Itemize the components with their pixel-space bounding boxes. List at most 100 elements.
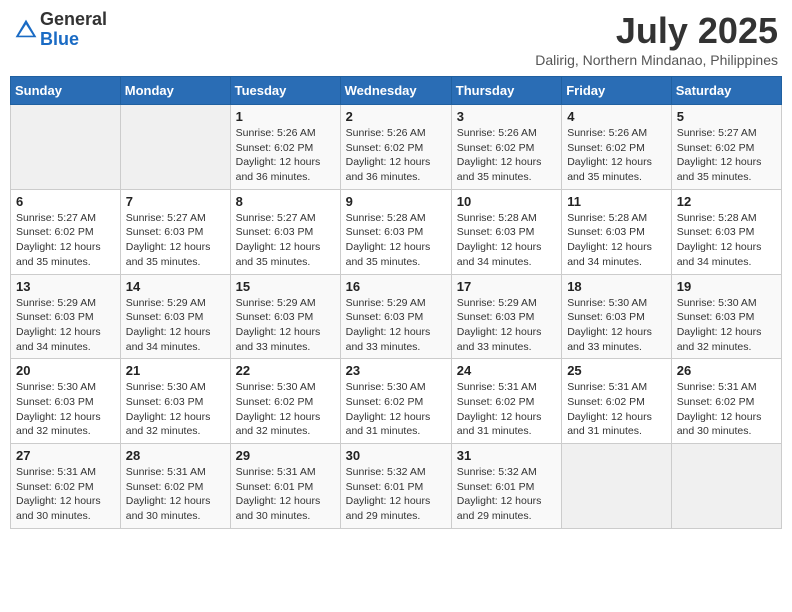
logo-general-text: General	[40, 10, 107, 30]
day-number: 5	[677, 109, 776, 124]
weekday-header-wednesday: Wednesday	[340, 77, 451, 105]
day-info: Sunrise: 5:28 AM Sunset: 6:03 PM Dayligh…	[677, 211, 776, 270]
day-info: Sunrise: 5:30 AM Sunset: 6:02 PM Dayligh…	[236, 380, 335, 439]
day-info: Sunrise: 5:27 AM Sunset: 6:02 PM Dayligh…	[16, 211, 115, 270]
weekday-header-saturday: Saturday	[671, 77, 781, 105]
weekday-header-sunday: Sunday	[11, 77, 121, 105]
table-cell: 2Sunrise: 5:26 AM Sunset: 6:02 PM Daylig…	[340, 105, 451, 190]
day-number: 9	[346, 194, 446, 209]
table-cell	[562, 444, 672, 529]
table-cell: 22 Sunrise: 5:30 AM Sunset: 6:02 PM Dayli…	[230, 359, 340, 444]
day-number: 12	[677, 194, 776, 209]
day-info: Sunrise: 5:26 AM Sunset: 6:02 PM Dayligh…	[457, 126, 556, 185]
calendar-table: SundayMondayTuesdayWednesdayThursdayFrid…	[10, 76, 782, 529]
month-title: July 2025	[535, 10, 778, 52]
day-info: Sunrise: 5:28 AM Sunset: 6:03 PM Dayligh…	[457, 211, 556, 270]
day-number: 10	[457, 194, 556, 209]
day-number: 7	[126, 194, 225, 209]
day-info: Sunrise: 5:29 AM Sunset: 6:03 PM Dayligh…	[457, 296, 556, 355]
day-info: Sunrise: 5:29 AM Sunset: 6:03 PM Dayligh…	[126, 296, 225, 355]
table-cell: 29 Sunrise: 5:31 AM Sunset: 6:01 PM Dayli…	[230, 444, 340, 529]
day-info: Sunrise: 5:26 AM Sunset: 6:02 PM Dayligh…	[567, 126, 666, 185]
logo-text: General Blue	[40, 10, 107, 50]
day-number: 13	[16, 279, 115, 294]
table-cell	[11, 105, 121, 190]
day-info: Sunrise: 5:26 AM Sunset: 6:02 PM Dayligh…	[236, 126, 335, 185]
week-row-2: 6 Sunrise: 5:27 AM Sunset: 6:02 PM Daylig…	[11, 189, 782, 274]
table-cell: 10 Sunrise: 5:28 AM Sunset: 6:03 PM Dayli…	[451, 189, 561, 274]
table-cell	[671, 444, 781, 529]
day-info: Sunrise: 5:27 AM Sunset: 6:03 PM Dayligh…	[236, 211, 335, 270]
day-number: 4	[567, 109, 666, 124]
table-cell: 30Sunrise: 5:32 AM Sunset: 6:01 PM Dayli…	[340, 444, 451, 529]
day-number: 20	[16, 363, 115, 378]
day-info: Sunrise: 5:30 AM Sunset: 6:03 PM Dayligh…	[567, 296, 666, 355]
week-row-3: 13 Sunrise: 5:29 AM Sunset: 6:03 PM Dayli…	[11, 274, 782, 359]
logo-icon	[14, 18, 38, 42]
week-row-4: 20 Sunrise: 5:30 AM Sunset: 6:03 PM Dayli…	[11, 359, 782, 444]
day-number: 23	[346, 363, 446, 378]
day-number: 25	[567, 363, 666, 378]
day-number: 29	[236, 448, 335, 463]
table-cell: 8Sunrise: 5:27 AM Sunset: 6:03 PM Daylig…	[230, 189, 340, 274]
day-number: 21	[126, 363, 225, 378]
day-info: Sunrise: 5:31 AM Sunset: 6:02 PM Dayligh…	[567, 380, 666, 439]
day-number: 22	[236, 363, 335, 378]
weekday-header-friday: Friday	[562, 77, 672, 105]
day-number: 16	[346, 279, 446, 294]
table-cell: 25 Sunrise: 5:31 AM Sunset: 6:02 PM Dayli…	[562, 359, 672, 444]
day-number: 18	[567, 279, 666, 294]
day-info: Sunrise: 5:30 AM Sunset: 6:02 PM Dayligh…	[346, 380, 446, 439]
logo-blue-text: Blue	[40, 30, 107, 50]
day-info: Sunrise: 5:29 AM Sunset: 6:03 PM Dayligh…	[16, 296, 115, 355]
table-cell: 15 Sunrise: 5:29 AM Sunset: 6:03 PM Dayli…	[230, 274, 340, 359]
day-info: Sunrise: 5:27 AM Sunset: 6:03 PM Dayligh…	[126, 211, 225, 270]
day-number: 30	[346, 448, 446, 463]
day-info: Sunrise: 5:29 AM Sunset: 6:03 PM Dayligh…	[236, 296, 335, 355]
day-info: Sunrise: 5:26 AM Sunset: 6:02 PM Dayligh…	[346, 126, 446, 185]
day-info: Sunrise: 5:31 AM Sunset: 6:01 PM Dayligh…	[236, 465, 335, 524]
day-number: 6	[16, 194, 115, 209]
day-info: Sunrise: 5:31 AM Sunset: 6:02 PM Dayligh…	[16, 465, 115, 524]
table-cell: 4 Sunrise: 5:26 AM Sunset: 6:02 PM Daylig…	[562, 105, 672, 190]
table-cell: 18 Sunrise: 5:30 AM Sunset: 6:03 PM Dayli…	[562, 274, 672, 359]
day-info: Sunrise: 5:27 AM Sunset: 6:02 PM Dayligh…	[677, 126, 776, 185]
day-info: Sunrise: 5:31 AM Sunset: 6:02 PM Dayligh…	[126, 465, 225, 524]
day-number: 31	[457, 448, 556, 463]
day-number: 26	[677, 363, 776, 378]
day-number: 15	[236, 279, 335, 294]
day-number: 11	[567, 194, 666, 209]
day-number: 3	[457, 109, 556, 124]
table-cell: 9 Sunrise: 5:28 AM Sunset: 6:03 PM Daylig…	[340, 189, 451, 274]
table-cell	[120, 105, 230, 190]
table-cell: 27 Sunrise: 5:31 AM Sunset: 6:02 PM Dayli…	[11, 444, 121, 529]
weekday-header-monday: Monday	[120, 77, 230, 105]
day-number: 28	[126, 448, 225, 463]
day-info: Sunrise: 5:30 AM Sunset: 6:03 PM Dayligh…	[677, 296, 776, 355]
weekday-header-thursday: Thursday	[451, 77, 561, 105]
day-info: Sunrise: 5:29 AM Sunset: 6:03 PM Dayligh…	[346, 296, 446, 355]
table-cell: 20 Sunrise: 5:30 AM Sunset: 6:03 PM Dayli…	[11, 359, 121, 444]
table-cell: 14 Sunrise: 5:29 AM Sunset: 6:03 PM Dayli…	[120, 274, 230, 359]
day-number: 1	[236, 109, 335, 124]
table-cell: 11Sunrise: 5:28 AM Sunset: 6:03 PM Dayli…	[562, 189, 672, 274]
table-cell: 23 Sunrise: 5:30 AM Sunset: 6:02 PM Dayli…	[340, 359, 451, 444]
logo: General Blue	[14, 10, 107, 50]
day-number: 27	[16, 448, 115, 463]
day-info: Sunrise: 5:31 AM Sunset: 6:02 PM Dayligh…	[457, 380, 556, 439]
day-number: 14	[126, 279, 225, 294]
location-subtitle: Dalirig, Northern Mindanao, Philippines	[535, 52, 778, 68]
day-info: Sunrise: 5:30 AM Sunset: 6:03 PM Dayligh…	[16, 380, 115, 439]
weekday-header-row: SundayMondayTuesdayWednesdayThursdayFrid…	[11, 77, 782, 105]
table-cell: 5 Sunrise: 5:27 AM Sunset: 6:02 PM Daylig…	[671, 105, 781, 190]
day-info: Sunrise: 5:28 AM Sunset: 6:03 PM Dayligh…	[346, 211, 446, 270]
table-cell: 3 Sunrise: 5:26 AM Sunset: 6:02 PM Daylig…	[451, 105, 561, 190]
table-cell: 26Sunrise: 5:31 AM Sunset: 6:02 PM Dayli…	[671, 359, 781, 444]
table-cell: 7 Sunrise: 5:27 AM Sunset: 6:03 PM Daylig…	[120, 189, 230, 274]
table-cell: 16 Sunrise: 5:29 AM Sunset: 6:03 PM Dayli…	[340, 274, 451, 359]
day-number: 24	[457, 363, 556, 378]
page-header: General Blue July 2025 Dalirig, Northern…	[10, 10, 782, 68]
table-cell: 13 Sunrise: 5:29 AM Sunset: 6:03 PM Dayli…	[11, 274, 121, 359]
table-cell: 24 Sunrise: 5:31 AM Sunset: 6:02 PM Dayli…	[451, 359, 561, 444]
day-info: Sunrise: 5:32 AM Sunset: 6:01 PM Dayligh…	[457, 465, 556, 524]
